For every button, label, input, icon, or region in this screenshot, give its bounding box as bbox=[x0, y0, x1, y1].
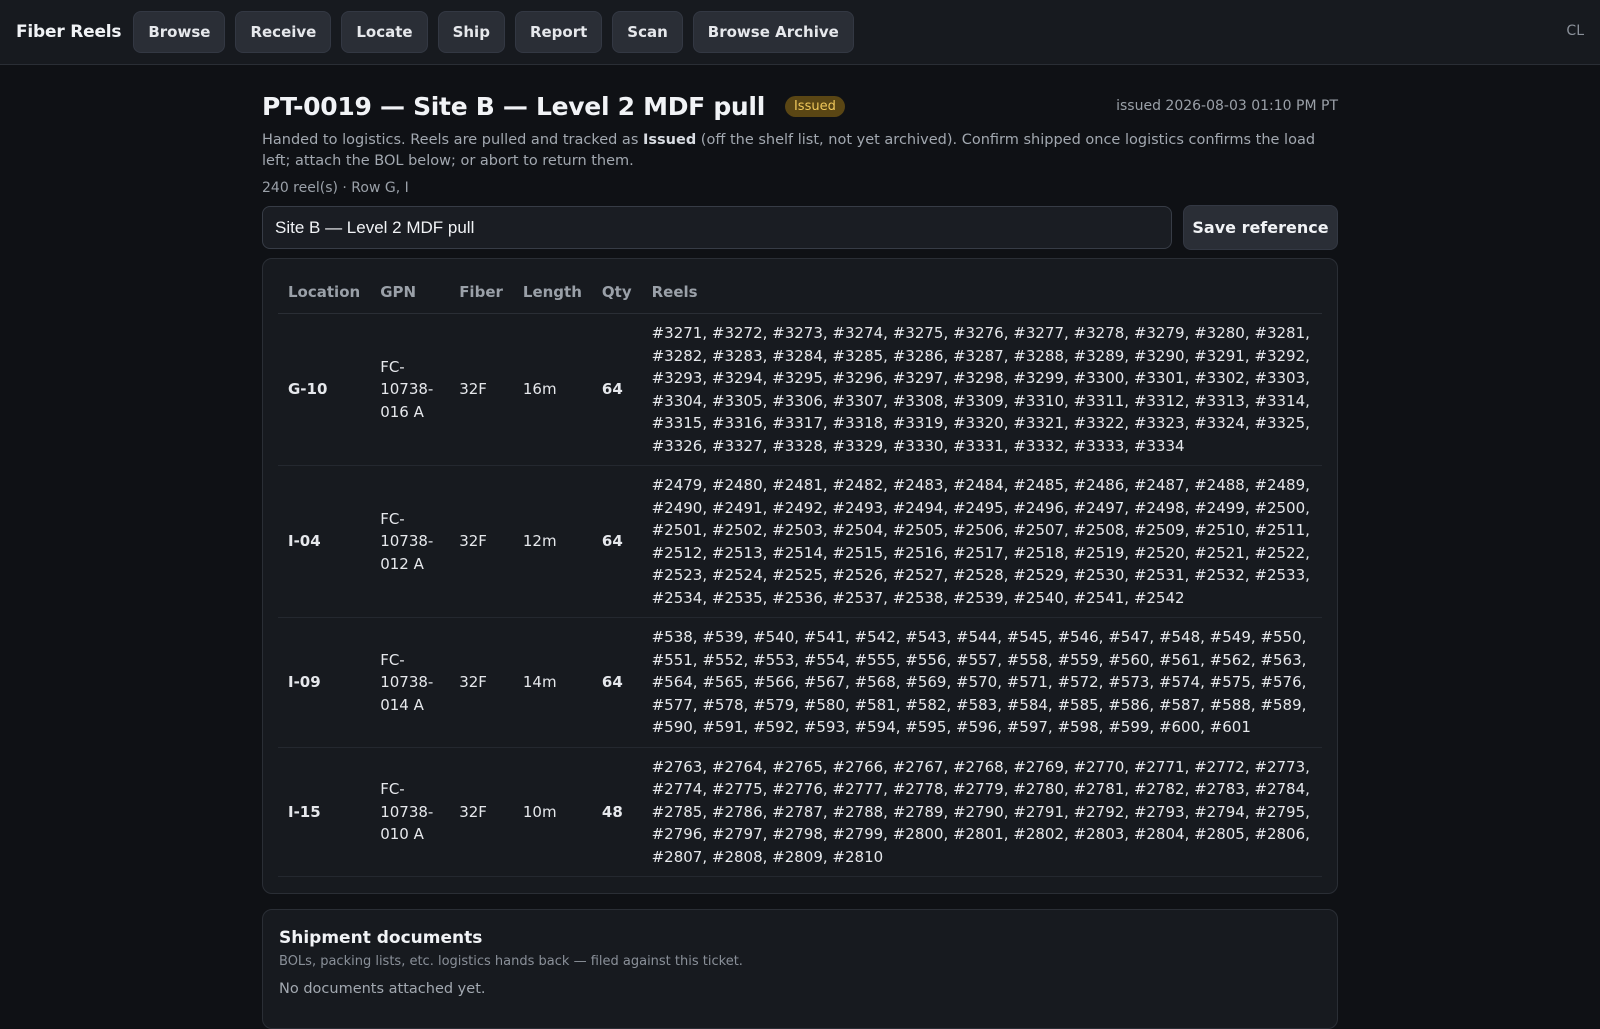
table-row: I-09 FC-10738-014 A 32F 14m 64 #538, #53… bbox=[278, 617, 1322, 748]
table-row: I-15 FC-10738-010 A 32F 10m 48 #2763, #2… bbox=[278, 747, 1322, 877]
nav-browse-archive-button[interactable]: Browse Archive bbox=[692, 11, 854, 53]
nav-report-button[interactable]: Report bbox=[514, 11, 603, 53]
ticket-header: PT-0019 — Site B — Level 2 MDF pull Issu… bbox=[262, 90, 1338, 122]
reels-table-card: Location GPN Fiber Length Qty Reels G-10… bbox=[262, 258, 1338, 894]
column-header-qty: Qty bbox=[591, 267, 642, 314]
cell-gpn: FC-10738-010 A bbox=[370, 747, 450, 877]
issued-timestamp: issued 2026-08-03 01:10 PM PT bbox=[1116, 98, 1338, 114]
shipment-documents-card: Shipment documents BOLs, packing lists, … bbox=[262, 909, 1338, 1029]
table-row: I-04 FC-10738-012 A 32F 12m 64 #2479, #2… bbox=[278, 465, 1322, 618]
cell-location: G-10 bbox=[278, 313, 371, 466]
cell-location: I-09 bbox=[278, 617, 371, 748]
cell-qty: 64 bbox=[591, 617, 642, 748]
nav-locate-button[interactable]: Locate bbox=[341, 11, 428, 53]
cell-qty: 48 bbox=[591, 747, 642, 877]
nav-browse-button[interactable]: Browse bbox=[133, 11, 226, 53]
documents-title: Shipment documents bbox=[279, 928, 483, 948]
cell-fiber: 32F bbox=[449, 617, 513, 748]
column-header-fiber: Fiber bbox=[449, 267, 513, 314]
ticket-description: Handed to logistics. Reels are pulled an… bbox=[262, 130, 1338, 172]
cell-fiber: 32F bbox=[449, 747, 513, 877]
cell-length: 10m bbox=[512, 747, 592, 877]
column-header-reels: Reels bbox=[641, 267, 1322, 314]
nav-receive-button[interactable]: Receive bbox=[235, 11, 332, 53]
cell-length: 14m bbox=[512, 617, 592, 748]
cell-fiber: 32F bbox=[449, 465, 513, 618]
cell-location: I-04 bbox=[278, 465, 371, 618]
column-header-length: Length bbox=[512, 267, 592, 314]
nav-ship-button[interactable]: Ship bbox=[437, 11, 505, 53]
cell-gpn: FC-10738-012 A bbox=[370, 465, 450, 618]
documents-subtitle: BOLs, packing lists, etc. logistics hand… bbox=[279, 954, 743, 969]
cell-length: 16m bbox=[512, 313, 592, 466]
cell-reels: #2479, #2480, #2481, #2482, #2483, #2484… bbox=[641, 465, 1322, 618]
reference-row: Save reference bbox=[262, 205, 1338, 250]
reels-table: Location GPN Fiber Length Qty Reels G-10… bbox=[278, 267, 1322, 877]
reference-input[interactable] bbox=[262, 206, 1172, 249]
top-navigation-bar: Fiber Reels Browse Receive Locate Ship R… bbox=[0, 0, 1600, 65]
save-reference-button[interactable]: Save reference bbox=[1183, 205, 1338, 250]
documents-empty-state: No documents attached yet. bbox=[279, 981, 486, 997]
column-header-gpn: GPN bbox=[370, 267, 450, 314]
cell-reels: #538, #539, #540, #541, #542, #543, #544… bbox=[641, 617, 1322, 748]
cell-fiber: 32F bbox=[449, 313, 513, 466]
status-badge: Issued bbox=[784, 95, 845, 117]
cell-reels: #3271, #3272, #3273, #3274, #3275, #3276… bbox=[641, 313, 1322, 466]
user-initials[interactable]: CL bbox=[1566, 23, 1584, 39]
app-brand: Fiber Reels bbox=[16, 22, 122, 42]
description-text: Handed to logistics. Reels are pulled an… bbox=[262, 132, 643, 148]
ticket-detail: PT-0019 — Site B — Level 2 MDF pull Issu… bbox=[262, 65, 1338, 1029]
cell-length: 12m bbox=[512, 465, 592, 618]
description-status-emphasis: Issued bbox=[643, 132, 697, 148]
cell-gpn: FC-10738-016 A bbox=[370, 313, 450, 466]
table-row: G-10 FC-10738-016 A 32F 16m 64 #3271, #3… bbox=[278, 313, 1322, 466]
page-title: PT-0019 — Site B — Level 2 MDF pull bbox=[262, 91, 765, 121]
cell-location: I-15 bbox=[278, 747, 371, 877]
column-header-location: Location bbox=[278, 267, 371, 314]
cell-reels: #2763, #2764, #2765, #2766, #2767, #2768… bbox=[641, 747, 1322, 877]
table-header-row: Location GPN Fiber Length Qty Reels bbox=[278, 267, 1322, 314]
cell-gpn: FC-10738-014 A bbox=[370, 617, 450, 748]
cell-qty: 64 bbox=[591, 313, 642, 466]
nav-scan-button[interactable]: Scan bbox=[612, 11, 683, 53]
reel-summary: 240 reel(s) · Row G, I bbox=[262, 180, 409, 196]
cell-qty: 64 bbox=[591, 465, 642, 618]
